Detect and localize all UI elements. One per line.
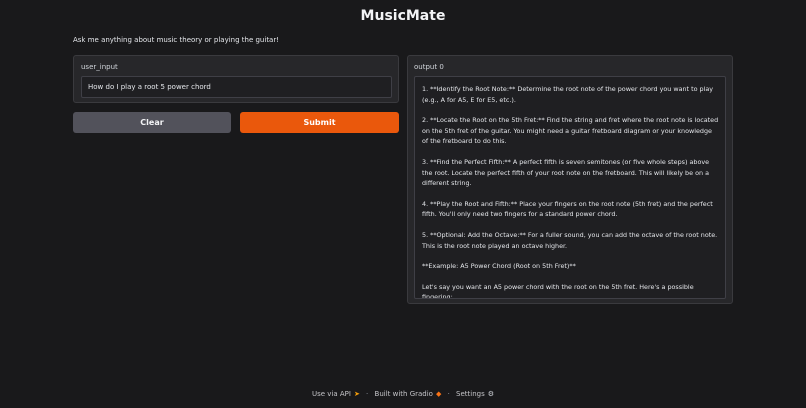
app-title: MusicMate (360, 8, 446, 24)
footer-separator: · (447, 390, 450, 398)
output-paragraph: Let's say you want an A5 power chord wit… (422, 282, 694, 299)
use-via-api-label: Use via API (311, 390, 351, 398)
gradio-logo-icon: ◆ (435, 390, 442, 398)
output-label: output 0 (414, 63, 444, 71)
input-label: user_input (81, 63, 118, 71)
input-panel: user_input How do I play a root 5 power … (73, 55, 399, 103)
output-panel: output 0 1. **Identify the Root Note:** … (407, 55, 733, 304)
built-with-gradio-label: Built with Gradio (374, 390, 433, 398)
gradio-app: MusicMate Ask me anything about music th… (0, 0, 806, 408)
submit-button[interactable]: Submit (240, 112, 399, 133)
settings-link[interactable]: Settings ⚙ (456, 388, 494, 400)
gear-icon: ⚙ (487, 390, 495, 398)
output-paragraph: 5. **Optional: Add the Octave:** For a f… (422, 230, 718, 250)
output-paragraph: 1. **Identify the Root Note:** Determine… (422, 85, 714, 104)
settings-label: Settings (456, 390, 485, 398)
output-textbox[interactable]: 1. **Identify the Root Note:** Determine… (414, 76, 726, 299)
output-paragraph: 4. **Play the Root and Fifth:** Place yo… (422, 199, 713, 219)
clear-button[interactable]: Clear (73, 112, 231, 133)
app-description: Ask me anything about music theory or pl… (73, 36, 280, 44)
use-via-api-link[interactable]: Use via API ➤ (312, 388, 360, 400)
output-paragraph: 3. **Find the Perfect Fifth:** A perfect… (422, 157, 710, 188)
rocket-icon: ➤ (353, 390, 360, 398)
user-input-textbox[interactable]: How do I play a root 5 power chord (81, 76, 392, 98)
output-paragraph: **Example: A5 Power Chord (Root on 5th F… (422, 262, 576, 271)
footer: Use via API ➤ · Built with Gradio ◆ · Sett… (0, 388, 806, 400)
built-with-gradio-link[interactable]: Built with Gradio ◆ (375, 388, 442, 400)
footer-separator: · (366, 390, 369, 398)
output-paragraph: 2. **Locate the Root on the 5th Fret:** … (422, 116, 719, 146)
